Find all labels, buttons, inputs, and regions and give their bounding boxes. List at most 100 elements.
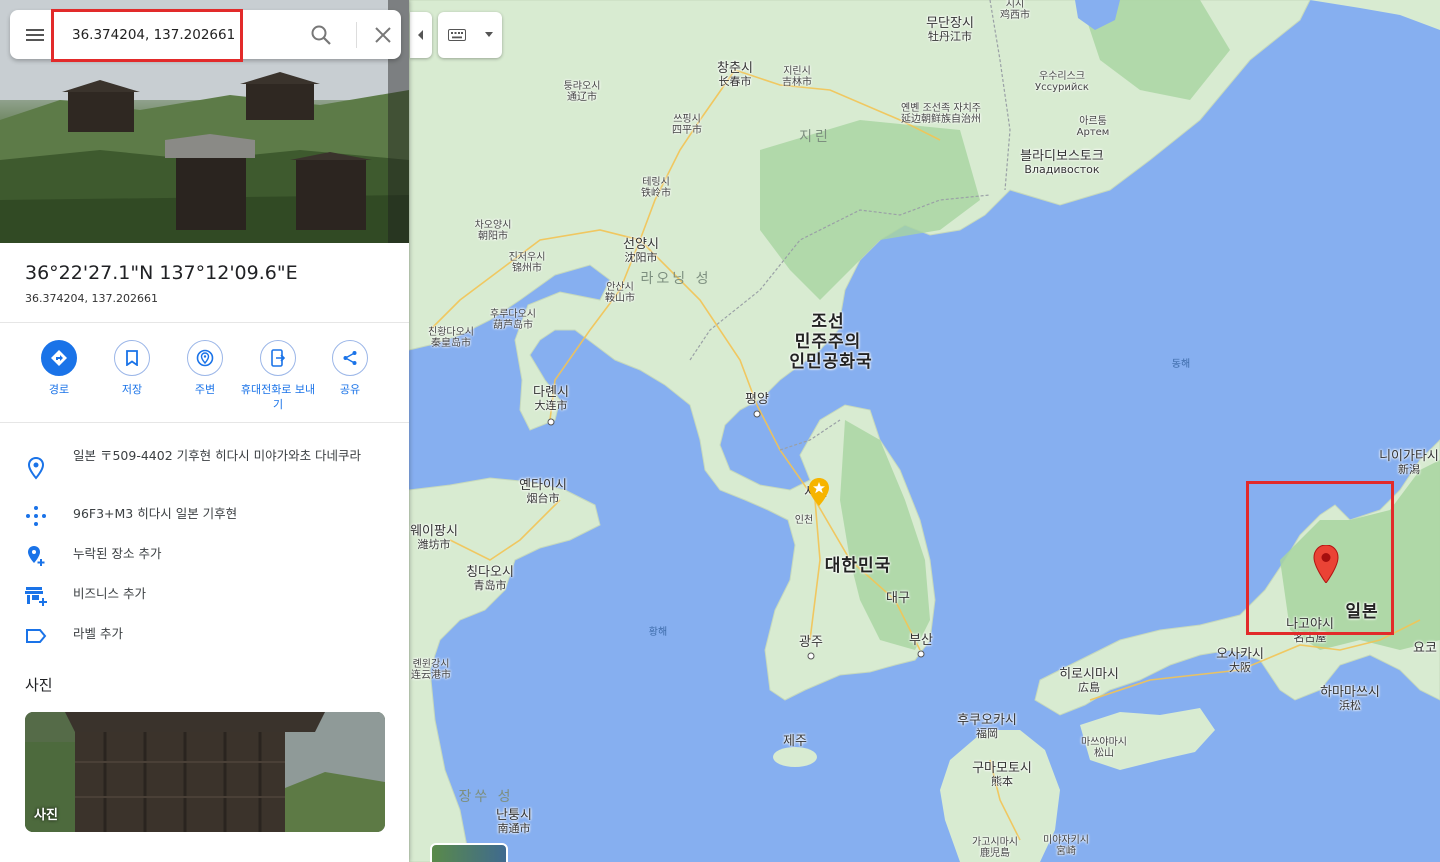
add-label-text: 라벨 추가 — [73, 626, 123, 641]
address-text: 일본 〒509-4402 기후현 히다시 미야가와초 다네쿠라 — [73, 448, 362, 463]
send-to-phone-label: 휴대전화로 보내기 — [240, 383, 316, 411]
plus-code-icon — [26, 506, 46, 526]
map-label-east-sea: 동해 — [1171, 359, 1191, 370]
map-label-changchun: 창춘시 长春市 — [717, 61, 753, 88]
keyboard-icon — [448, 29, 466, 41]
star-marker-icon[interactable] — [808, 478, 830, 506]
send-to-phone-icon — [260, 340, 296, 376]
photo-card[interactable]: 사진 — [25, 712, 385, 832]
map-label-qinhuangdao: 친황다오시 秦皇岛市 — [428, 327, 474, 349]
caret-left-icon — [418, 30, 423, 40]
map-label-osaka: 오사카시 大阪 — [1216, 647, 1264, 674]
map-label-tieling: 테링시 铁岭市 — [641, 177, 671, 199]
map-label-weifang: 웨이팡시 潍坊市 — [410, 524, 458, 551]
chevron-down-icon — [485, 32, 493, 37]
map-label-qingdao: 칭다오시 青岛市 — [466, 565, 514, 592]
map-label-north-korea-2: 민주주의 — [794, 332, 862, 352]
close-icon[interactable] — [372, 24, 394, 46]
photo-thumbnail — [25, 712, 385, 832]
location-marker-icon — [27, 456, 45, 480]
side-panel: 36°22'27.1"N 137°12'09.6"E 36.374204, 13… — [0, 0, 409, 862]
address-row[interactable]: 일본 〒509-4402 기후현 히다시 미야가와초 다네쿠라 — [0, 446, 409, 490]
menu-icon[interactable] — [24, 24, 46, 46]
map-label-jeju: 제주 — [783, 734, 807, 749]
map-dot-busan — [917, 650, 925, 658]
input-tools-button[interactable] — [438, 12, 502, 58]
share-label: 공유 — [339, 383, 361, 396]
map-label-jilin-province: 지린 — [799, 129, 831, 145]
nearby-label: 주변 — [194, 383, 216, 396]
map-dot-pyongyang — [753, 410, 761, 418]
add-missing-place-row[interactable]: 누락된 장소 추가 — [0, 544, 409, 566]
map-label-kagoshima: 가고시마시 鹿児島 — [972, 837, 1018, 859]
map-label-fukuoka: 후쿠오카시 福岡 — [957, 713, 1017, 740]
map-label-gwangju: 광주 — [799, 635, 823, 650]
plus-code-text: 96F3+M3 히다시 일본 기후현 — [73, 506, 238, 521]
map-label-north-korea-1: 조선 — [811, 312, 845, 332]
photos-heading: 사진 — [25, 676, 53, 694]
plus-code-row[interactable]: 96F3+M3 히다시 일본 기후현 — [0, 504, 409, 526]
map-label-yantai: 옌타이시 烟台市 — [519, 478, 567, 505]
map-label-chaoyang: 차오양시 朝阳市 — [474, 220, 512, 242]
save-button[interactable]: 저장 — [92, 340, 172, 398]
map-label-daegu: 대구 — [886, 591, 910, 606]
add-label-row[interactable]: 라벨 추가 — [0, 624, 409, 646]
map-label-lianyungang: 롄윈강시 连云港市 — [411, 659, 451, 681]
add-location-icon — [28, 546, 45, 566]
map-dot-dalian — [547, 418, 555, 426]
map-label-matsuyama: 마쓰야마시 松山 — [1081, 737, 1127, 759]
map-label-jinzhou: 진저우시 锦州市 — [508, 252, 546, 274]
map-label-hamamatsu: 하마마쓰시 浜松 — [1320, 685, 1380, 712]
map-label-mudanjiang: 무단장시 牡丹江市 — [926, 16, 974, 43]
map-label-south-korea: 대한민국 — [824, 556, 892, 576]
send-to-phone-button[interactable]: 휴대전화로 보내기 — [238, 340, 318, 413]
map-label-niigata: 니이가타시 新潟 — [1379, 449, 1439, 476]
add-business-row[interactable]: 비즈니스 추가 — [0, 584, 409, 606]
map-label-nantong: 난퉁시 南通市 — [496, 808, 532, 835]
search-divider — [356, 22, 357, 48]
share-button[interactable]: 공유 — [310, 340, 390, 398]
map-label-yokohama: 요코 — [1413, 641, 1437, 656]
map-label-pyongyang: 평양 — [745, 392, 769, 407]
map-label-hiroshima: 히로시마시 広島 — [1059, 667, 1119, 694]
label-icon — [26, 629, 47, 643]
map-label-miyazaki: 미야자키시 宮崎 — [1043, 835, 1089, 857]
collapse-panel-button[interactable] — [410, 12, 432, 58]
map-label-jiangsu: 장쑤 성 — [458, 789, 514, 805]
map-label-shenyang: 선양시 沈阳市 — [623, 237, 659, 264]
place-title: 36°22'27.1"N 137°12'09.6"E — [25, 262, 298, 284]
layers-thumbnail[interactable] — [430, 843, 508, 862]
map-label-jixi: 지시 鸡西市 — [1000, 0, 1030, 21]
map-label-yanbian: 옌볜 조선족 자치주 延边朝鲜族自治州 — [901, 103, 981, 125]
map-label-north-korea-3: 인민공화국 — [789, 352, 873, 372]
map-label-siping: 쓰핑시 四平市 — [672, 114, 702, 136]
search-icon[interactable] — [310, 24, 332, 46]
map-label-anshan: 안산시 鞍山市 — [605, 282, 635, 304]
save-label: 저장 — [121, 383, 143, 396]
map-label-vladivostok: 블라디보스토크 Владивосток — [1020, 149, 1104, 176]
map-label-yellow-sea: 황해 — [648, 627, 668, 638]
bookmark-icon — [114, 340, 150, 376]
map-label-liaoning: 라오닝 성 — [640, 271, 712, 287]
map-label-busan: 부산 — [909, 633, 933, 648]
map-label-incheon: 인천 — [794, 515, 814, 526]
map-label-dalian: 다롄시 大连市 — [533, 385, 569, 412]
map-label-ussuriysk: 우수리스크 Уссурийск — [1035, 71, 1089, 93]
add-missing-place-text: 누락된 장소 추가 — [73, 546, 162, 561]
nearby-button[interactable]: 주변 — [165, 340, 245, 398]
photo-card-label: 사진 — [34, 808, 58, 823]
pin-highlight-box — [1246, 481, 1394, 635]
map-label-tonghua: 퉁랴오시 通辽市 — [563, 81, 601, 103]
nearby-icon — [187, 340, 223, 376]
divider — [0, 422, 409, 423]
directions-button[interactable]: 경로 — [19, 340, 99, 398]
place-subtitle: 36.374204, 137.202661 — [25, 292, 158, 305]
add-business-icon — [25, 587, 47, 606]
directions-icon — [41, 340, 77, 376]
map-label-artem: 아르툼 Артем — [1076, 116, 1110, 138]
directions-label: 경로 — [48, 383, 70, 396]
map-label-huludao: 후루다오시 葫芦岛市 — [490, 309, 536, 331]
map-dot-gwangju — [807, 652, 815, 660]
map-label-kumamoto: 구마모토시 熊本 — [972, 761, 1032, 788]
search-highlight-box — [51, 9, 243, 62]
